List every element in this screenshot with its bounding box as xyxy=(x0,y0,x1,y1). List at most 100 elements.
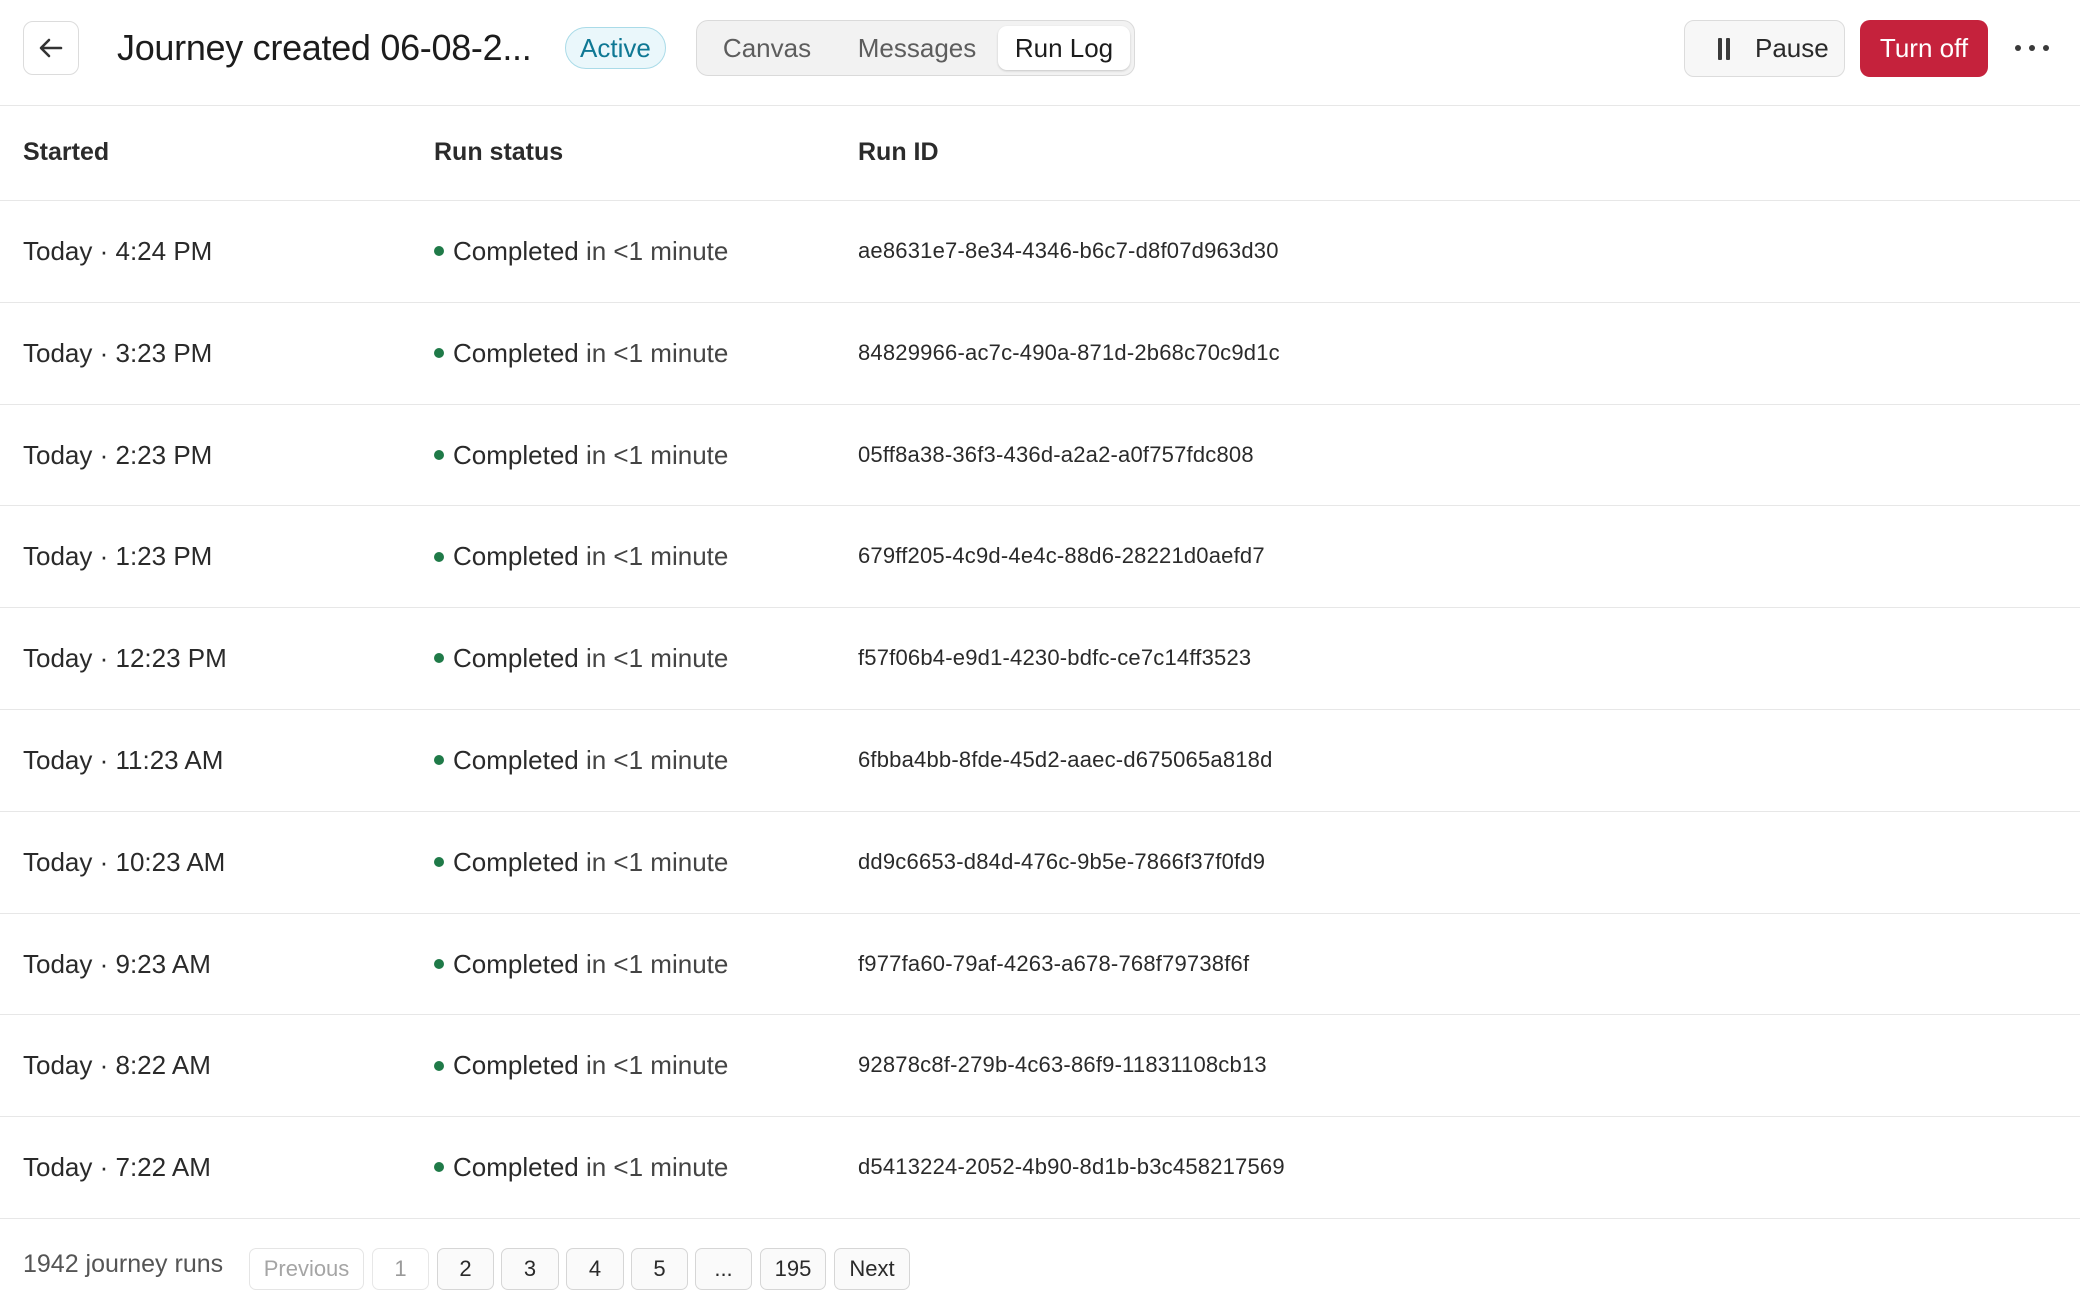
run-log-table: Started Run status Run ID Today · 4:24 P… xyxy=(0,106,2080,1219)
previous-page-button[interactable]: Previous xyxy=(249,1248,364,1290)
status-dot-icon xyxy=(434,1060,444,1071)
table-row[interactable]: Today · 8:22 AM Completed in <1 minute 9… xyxy=(0,1015,2080,1118)
run-status-cell: Completed in <1 minute xyxy=(434,303,728,403)
run-id-cell: 679ff205-4c9d-4e4c-88d6-28221d0aefd7 xyxy=(858,543,1265,569)
status-text: Completed xyxy=(453,337,579,368)
run-status-cell: Completed in <1 minute xyxy=(434,1117,728,1217)
started-cell: Today · 10:23 AM xyxy=(23,846,226,877)
status-text: Completed xyxy=(453,846,579,877)
started-cell: Today · 7:22 AM xyxy=(23,1152,211,1183)
status-duration: in <1 minute xyxy=(585,744,729,775)
status-duration: in <1 minute xyxy=(585,1152,729,1183)
more-horizontal-icon xyxy=(2015,45,2021,51)
page-ellipsis[interactable]: ... xyxy=(695,1248,752,1290)
started-cell: Today · 4:24 PM xyxy=(23,236,213,266)
arrow-left-icon xyxy=(39,38,63,58)
status-text: Completed xyxy=(453,236,579,266)
column-header-run-id: Run ID xyxy=(858,138,939,166)
status-duration: in <1 minute xyxy=(585,948,729,979)
started-cell: Today · 8:22 AM xyxy=(23,1050,211,1081)
table-row[interactable]: Today · 12:23 PM Completed in <1 minute … xyxy=(0,608,2080,710)
page-button-2[interactable]: 2 xyxy=(437,1248,494,1290)
status-text: Completed xyxy=(453,1152,579,1183)
status-text: Completed xyxy=(453,744,579,775)
pause-icon xyxy=(1716,38,1732,60)
run-log-page: Journey created 06-08-2... Active Canvas… xyxy=(0,0,2080,1312)
run-status-cell: Completed in <1 minute xyxy=(434,506,728,606)
run-id-cell: f977fa60-79af-4263-a678-768f79738f6f xyxy=(858,950,1250,976)
column-header-run-status: Run status xyxy=(434,138,564,166)
status-text: Completed xyxy=(453,948,579,979)
table-row[interactable]: Today · 11:23 AM Completed in <1 minute … xyxy=(0,710,2080,812)
page-button-4[interactable]: 4 xyxy=(566,1248,624,1290)
table-row[interactable]: Today · 9:23 AM Completed in <1 minute f… xyxy=(0,914,2080,1016)
tab-canvas[interactable]: Canvas xyxy=(705,26,829,70)
started-cell: Today · 2:23 PM xyxy=(23,439,213,470)
page-title: Journey created 06-08-2... xyxy=(117,27,532,68)
status-dot-icon xyxy=(434,755,444,766)
run-id-cell: d5413224-2052-4b90-8d1b-b3c458217569 xyxy=(858,1154,1285,1180)
status-duration: in <1 minute xyxy=(585,643,729,674)
view-tabs: Canvas Messages Run Log xyxy=(696,20,1135,76)
run-status-cell: Completed in <1 minute xyxy=(434,1015,728,1115)
column-header-started: Started xyxy=(23,138,110,166)
status-text: Completed xyxy=(453,541,579,572)
table-row[interactable]: Today · 1:23 PM Completed in <1 minute 6… xyxy=(0,506,2080,609)
run-id-cell: 84829966-ac7c-490a-871d-2b68c70c9d1c xyxy=(858,339,1280,365)
table-header: Started Run status Run ID xyxy=(0,106,2080,201)
run-id-cell: 6fbba4bb-8fde-45d2-aaec-d675065a818d xyxy=(858,746,1273,772)
page-button-1[interactable]: 1 xyxy=(372,1248,429,1290)
run-status-cell: Completed in <1 minute xyxy=(434,710,728,810)
run-status-cell: Completed in <1 minute xyxy=(434,201,728,301)
pause-button[interactable]: Pause xyxy=(1684,20,1845,77)
status-dot-icon xyxy=(434,347,444,358)
status-duration: in <1 minute xyxy=(585,236,729,266)
table-row[interactable]: Today · 10:23 AM Completed in <1 minute … xyxy=(0,812,2080,914)
run-status-cell: Completed in <1 minute xyxy=(434,812,728,912)
run-status-cell: Completed in <1 minute xyxy=(434,405,728,505)
run-status-cell: Completed in <1 minute xyxy=(434,914,728,1014)
table-row[interactable]: Today · 2:23 PM Completed in <1 minute 0… xyxy=(0,405,2080,507)
table-row[interactable]: Today · 4:24 PM Completed in <1 minute a… xyxy=(0,201,2080,303)
status-dot-icon xyxy=(434,551,444,562)
next-page-button[interactable]: Next xyxy=(834,1248,910,1290)
status-dot-icon xyxy=(434,1162,444,1173)
pagination-footer: 1942 journey runs Previous 1 2 3 4 5 ...… xyxy=(0,1218,2080,1312)
table-row[interactable]: Today · 3:23 PM Completed in <1 minute 8… xyxy=(0,303,2080,405)
pause-button-label: Pause xyxy=(1755,33,1829,63)
turn-off-button[interactable]: Turn off xyxy=(1860,20,1988,77)
status-duration: in <1 minute xyxy=(585,846,729,877)
status-dot-icon xyxy=(434,246,444,257)
started-cell: Today · 1:23 PM xyxy=(23,541,213,572)
table-row[interactable]: Today · 7:22 AM Completed in <1 minute d… xyxy=(0,1117,2080,1219)
page-button-195[interactable]: 195 xyxy=(760,1248,826,1290)
status-text: Completed xyxy=(453,643,579,674)
tab-run-log[interactable]: Run Log xyxy=(998,26,1130,70)
status-dot-icon xyxy=(434,958,444,969)
page-button-3[interactable]: 3 xyxy=(501,1248,559,1290)
journey-header: Journey created 06-08-2... Active Canvas… xyxy=(0,0,2080,106)
status-text: Completed xyxy=(453,439,579,470)
tab-messages[interactable]: Messages xyxy=(837,26,997,70)
started-cell: Today · 3:23 PM xyxy=(23,337,213,368)
run-id-cell: ae8631e7-8e34-4346-b6c7-d8f07d963d30 xyxy=(858,238,1279,263)
run-id-cell: dd9c6653-d84d-476c-9b5e-7866f37f0fd9 xyxy=(858,848,1266,874)
started-cell: Today · 12:23 PM xyxy=(23,643,227,674)
status-dot-icon xyxy=(434,856,444,867)
run-id-cell: f57f06b4-e9d1-4230-bdfc-ce7c14ff3523 xyxy=(858,645,1252,671)
status-dot-icon xyxy=(434,449,444,460)
more-options-button[interactable] xyxy=(2012,30,2052,66)
status-duration: in <1 minute xyxy=(585,1050,729,1081)
run-id-cell: 92878c8f-279b-4c63-86f9-11831108cb13 xyxy=(858,1052,1267,1078)
run-status-cell: Completed in <1 minute xyxy=(434,608,728,708)
back-button[interactable] xyxy=(23,21,79,75)
status-duration: in <1 minute xyxy=(585,439,729,470)
run-count: 1942 journey runs xyxy=(23,1250,224,1278)
status-duration: in <1 minute xyxy=(585,337,729,368)
started-cell: Today · 11:23 AM xyxy=(23,744,224,775)
status-text: Completed xyxy=(453,1050,579,1081)
status-duration: in <1 minute xyxy=(585,541,729,572)
status-badge: Active xyxy=(565,27,666,69)
page-button-5[interactable]: 5 xyxy=(631,1248,688,1290)
started-cell: Today · 9:23 AM xyxy=(23,948,211,979)
